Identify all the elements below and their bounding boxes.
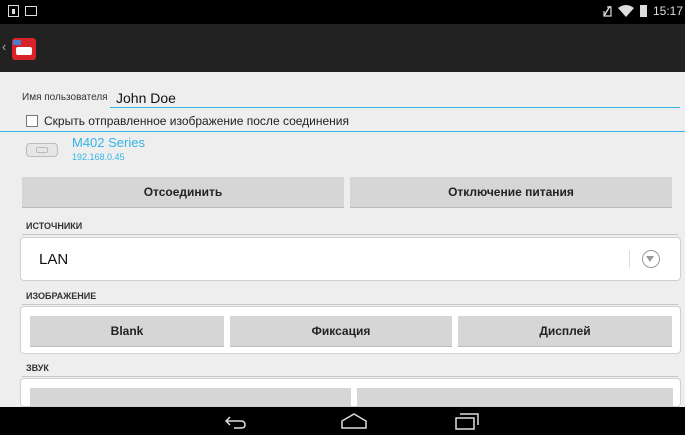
sound-controls-card bbox=[20, 378, 681, 407]
chevron-left-icon[interactable]: ‹ bbox=[2, 39, 6, 54]
sound-rule bbox=[22, 376, 678, 377]
username-row: Имя пользователя bbox=[22, 88, 680, 108]
projector-icon bbox=[26, 143, 58, 157]
blank-button[interactable]: Blank bbox=[30, 316, 224, 346]
sound-section-title: ЗВУК bbox=[26, 363, 49, 373]
navigation-bar bbox=[0, 407, 685, 435]
action-bar: ‹ bbox=[0, 24, 685, 72]
divider bbox=[0, 131, 685, 132]
home-icon[interactable] bbox=[340, 412, 368, 430]
image-rule bbox=[22, 304, 678, 305]
back-icon[interactable] bbox=[224, 412, 248, 430]
status-bar: 15:17 bbox=[0, 0, 685, 24]
username-input[interactable] bbox=[110, 88, 680, 108]
main-content: Имя пользователя Скрыть отправленное изо… bbox=[0, 72, 685, 407]
freeze-button[interactable]: Фиксация bbox=[230, 316, 452, 346]
source-separator bbox=[629, 250, 630, 268]
username-label: Имя пользователя bbox=[22, 92, 108, 103]
device-item[interactable]: M402 Series 192.168.0.45 bbox=[22, 135, 662, 167]
power-off-button[interactable]: Отключение питания bbox=[350, 177, 672, 207]
status-left-icons bbox=[8, 5, 37, 17]
sources-rule bbox=[22, 234, 678, 235]
image-controls-card: Blank Фиксация Дисплей bbox=[20, 306, 681, 354]
image-section-title: ИЗОБРАЖЕНИЕ bbox=[26, 291, 97, 301]
recents-icon[interactable] bbox=[454, 412, 480, 430]
hide-image-label: Скрыть отправленное изображение после со… bbox=[44, 114, 349, 128]
device-name: M402 Series bbox=[72, 135, 145, 150]
sound-button-right[interactable] bbox=[357, 388, 673, 406]
source-selected-value: LAN bbox=[39, 251, 69, 268]
disconnect-button[interactable]: Отсоединить bbox=[22, 177, 344, 207]
hide-image-checkbox[interactable] bbox=[26, 115, 38, 127]
no-sim-icon bbox=[603, 5, 612, 17]
wifi-icon bbox=[617, 5, 634, 17]
battery-icon bbox=[639, 5, 647, 17]
hide-image-row[interactable]: Скрыть отправленное изображение после со… bbox=[26, 114, 349, 128]
app-logo[interactable] bbox=[12, 38, 36, 60]
notification-box-icon bbox=[8, 5, 19, 17]
status-right-icons: 15:17 bbox=[602, 4, 683, 18]
display-button[interactable]: Дисплей bbox=[458, 316, 672, 346]
chevron-down-icon[interactable] bbox=[642, 250, 660, 268]
device-ip: 192.168.0.45 bbox=[72, 152, 125, 162]
screenshot-icon bbox=[25, 6, 37, 16]
sources-section-title: ИСТОЧНИКИ bbox=[26, 221, 83, 231]
status-time: 15:17 bbox=[652, 4, 683, 18]
sound-button-left[interactable] bbox=[30, 388, 351, 406]
source-select[interactable]: LAN bbox=[20, 237, 681, 281]
